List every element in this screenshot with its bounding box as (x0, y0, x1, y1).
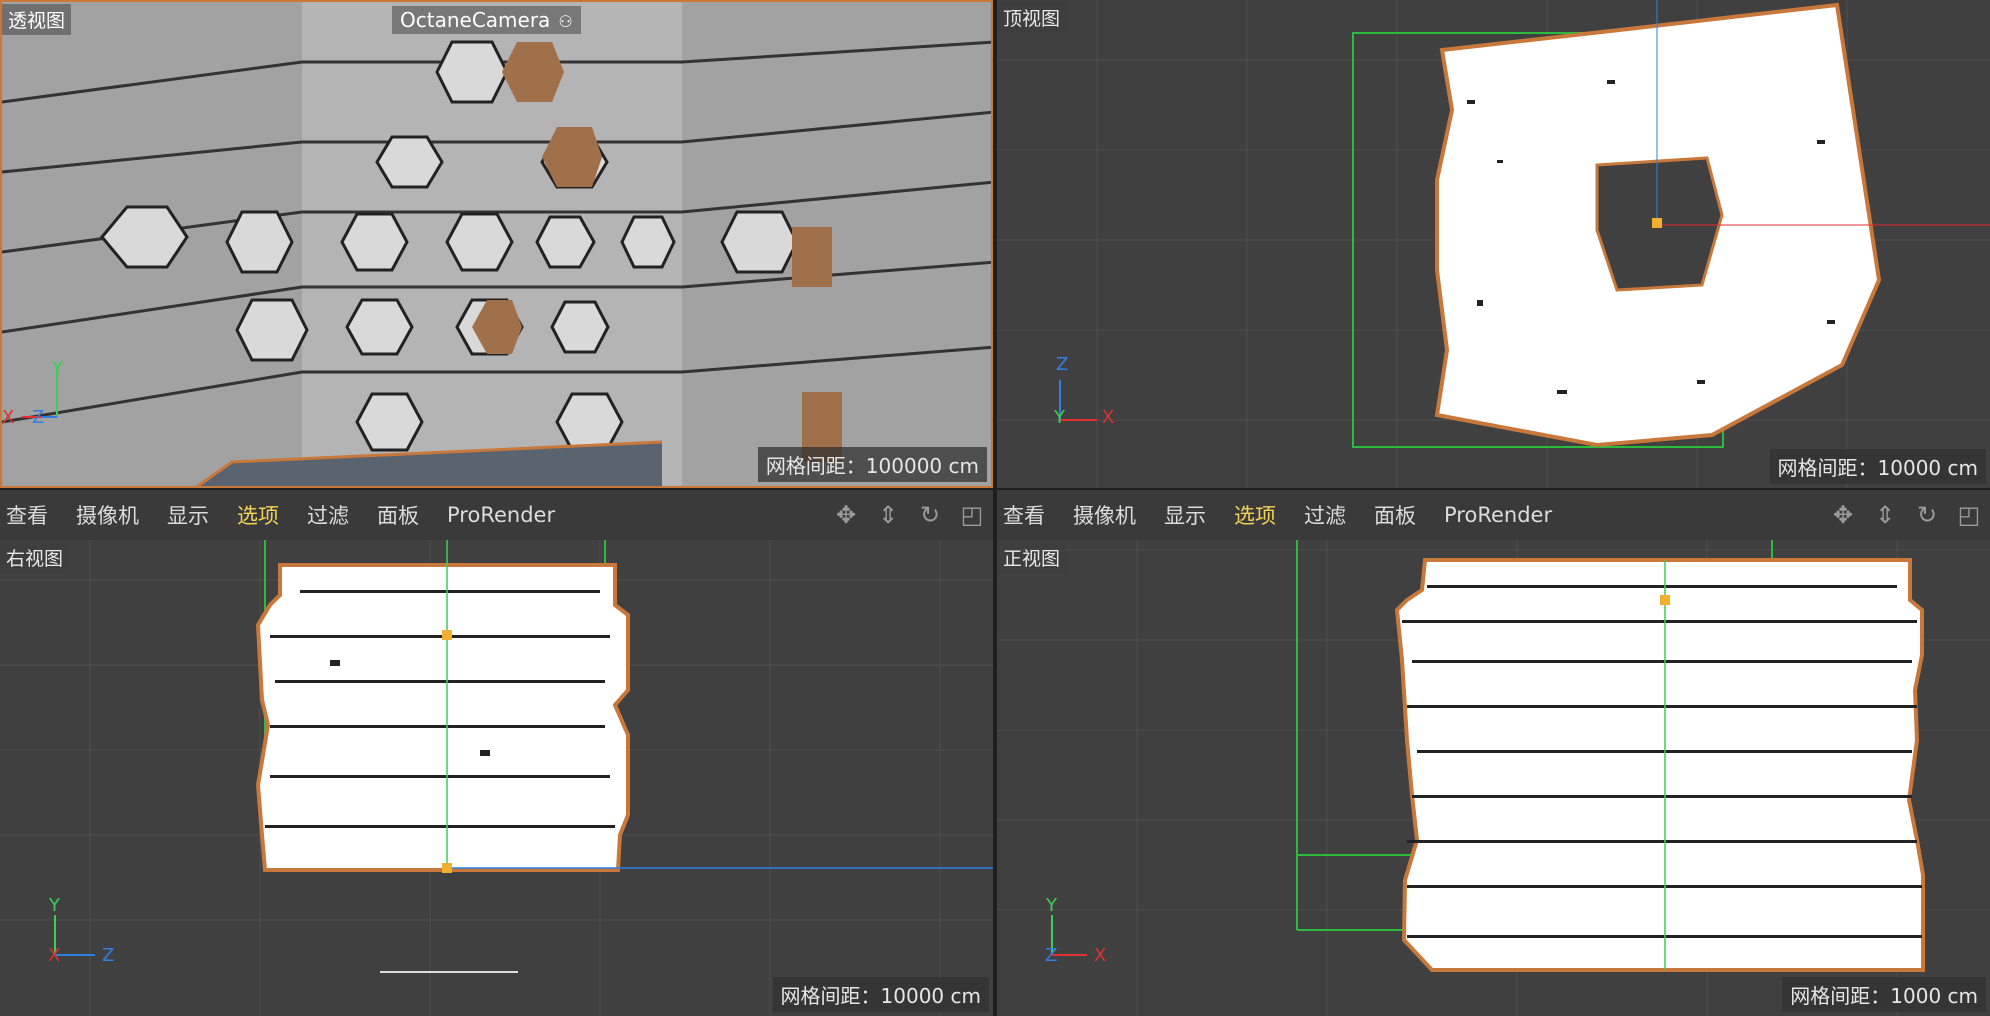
view-navigation-icons: ✥ ⇕ ↻ ◰ (1828, 500, 1984, 530)
top-x-axis-label: X (1102, 407, 1115, 428)
top-y-axis-label: Y (1054, 407, 1065, 428)
menu-prorender[interactable]: ProRender (447, 503, 555, 527)
front-view-label: 正视图 (997, 542, 1067, 573)
maximize-view-icon[interactable]: ◰ (1954, 500, 1984, 530)
right-z-axis-label: Z (102, 945, 115, 966)
y-axis-label: Y (52, 358, 63, 379)
right-y-axis-label: Y (49, 895, 60, 916)
front-y-axis-label: Y (1046, 895, 1057, 916)
front-view-menubar: 查看 摄像机 显示 选项 过滤 面板 ProRender ✥ ⇕ ↻ ◰ (997, 490, 1990, 540)
top-view-label: 顶视图 (997, 2, 1067, 33)
menu-prorender[interactable]: ProRender (1444, 503, 1552, 527)
front-x-axis-label: X (1094, 945, 1107, 966)
top-grid-spacing-label: 网格间距：10000 cm (1769, 449, 1986, 484)
top-scene (997, 0, 1990, 488)
perspective-viewport[interactable]: 透视图 OctaneCamera ⚇ Y X Z 网格间距：100000 cm (0, 0, 993, 488)
menu-options[interactable]: 选项 (237, 500, 279, 530)
menu-display[interactable]: 显示 (1164, 500, 1206, 530)
rotate-view-icon[interactable]: ↻ (1912, 500, 1942, 530)
x-axis-label: X (2, 407, 15, 428)
menu-panel[interactable]: 面板 (1374, 500, 1416, 530)
rotate-view-icon[interactable]: ↻ (915, 500, 945, 530)
top-z-axis-label: Z (1056, 354, 1069, 375)
menu-view[interactable]: 查看 (1003, 500, 1045, 530)
view-navigation-icons: ✥ ⇕ ↻ ◰ (831, 500, 987, 530)
menu-options[interactable]: 选项 (1234, 500, 1276, 530)
dolly-view-icon[interactable]: ⇕ (1870, 500, 1900, 530)
camera-icon[interactable]: ⚇ (558, 12, 572, 31)
right-scene (0, 540, 993, 1016)
camera-label[interactable]: OctaneCamera ⚇ (392, 6, 581, 34)
camera-name: OctaneCamera (400, 8, 551, 32)
top-viewport[interactable]: 顶视图 Z Y X 网格间距：10000 cm (997, 0, 1990, 488)
right-viewport[interactable]: 右视图 Y X Z 网格间距：10000 cm (0, 540, 993, 1016)
front-z-axis-label: Z (1045, 945, 1058, 966)
menu-camera[interactable]: 摄像机 (1073, 500, 1136, 530)
menu-panel[interactable]: 面板 (377, 500, 419, 530)
perspective-scene (2, 2, 991, 486)
front-grid-spacing-label: 网格间距：1000 cm (1782, 977, 1986, 1012)
right-view-menubar: 查看 摄像机 显示 选项 过滤 面板 ProRender ✥ ⇕ ↻ ◰ (0, 490, 993, 540)
perspective-view-label: 透视图 (2, 4, 72, 35)
dolly-view-icon[interactable]: ⇕ (873, 500, 903, 530)
front-viewport[interactable]: 正视图 Y Z X 网格间距：1000 cm (997, 540, 1990, 1016)
grid-spacing-label: 网格间距：100000 cm (757, 447, 987, 482)
right-view-label: 右视图 (0, 542, 70, 573)
menu-filter[interactable]: 过滤 (307, 500, 349, 530)
menu-camera[interactable]: 摄像机 (76, 500, 139, 530)
z-axis-label: Z (32, 407, 45, 428)
move-view-icon[interactable]: ✥ (1828, 500, 1858, 530)
menu-view[interactable]: 查看 (6, 500, 48, 530)
right-x-axis-label: X (48, 945, 61, 966)
move-view-icon[interactable]: ✥ (831, 500, 861, 530)
front-scene (997, 540, 1990, 1016)
right-grid-spacing-label: 网格间距：10000 cm (772, 977, 989, 1012)
maximize-view-icon[interactable]: ◰ (957, 500, 987, 530)
menu-display[interactable]: 显示 (167, 500, 209, 530)
menu-filter[interactable]: 过滤 (1304, 500, 1346, 530)
